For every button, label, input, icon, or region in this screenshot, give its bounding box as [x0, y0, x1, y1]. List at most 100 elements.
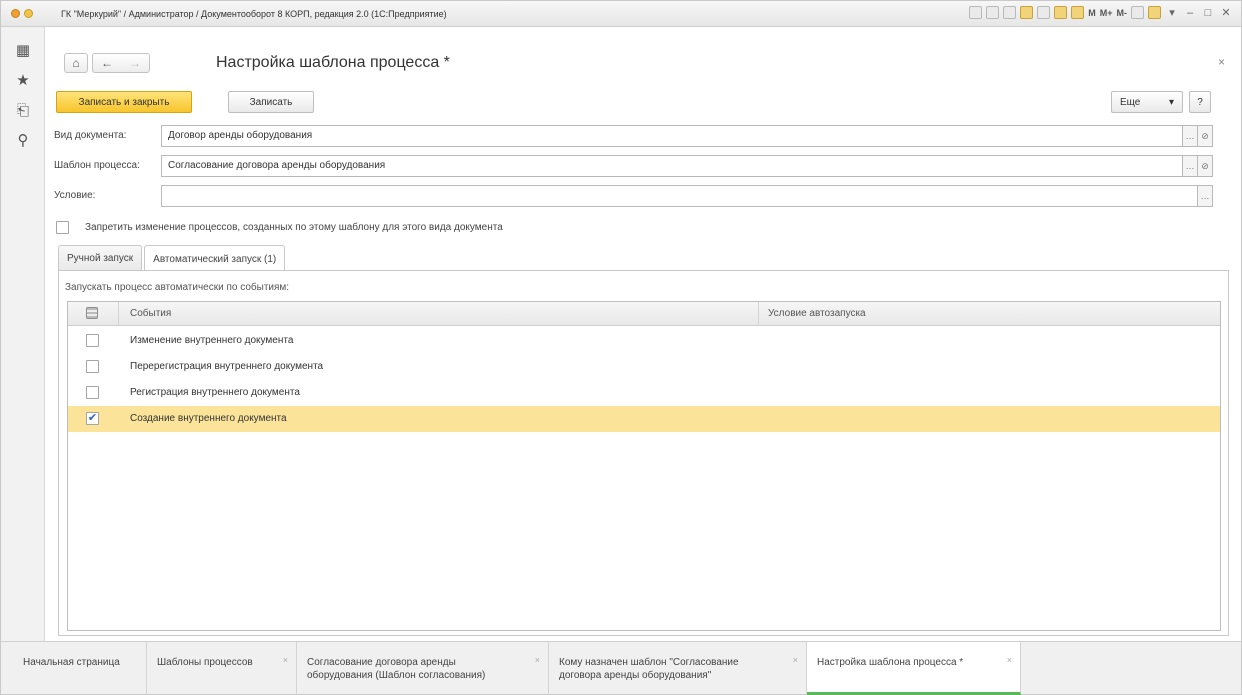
event-name: Изменение внутреннего документа: [130, 335, 294, 346]
home-icon: ⌂: [72, 56, 80, 70]
table-row[interactable]: Изменение внутреннего документа: [68, 328, 1220, 354]
auto-start-panel: Запускать процесс автоматически по событ…: [58, 270, 1229, 636]
sidebar-item-favorites[interactable]: ★: [1, 65, 45, 95]
table-row[interactable]: Перерегистрация внутреннего документа: [68, 354, 1220, 380]
close-window-icon[interactable]: ✕: [1219, 6, 1233, 19]
window-tab-label: Настройка шаблона процесса *: [817, 657, 964, 668]
table-row[interactable]: Регистрация внутреннего документа: [68, 380, 1220, 406]
window-layout-icon[interactable]: [1131, 6, 1144, 19]
row-checkbox[interactable]: [86, 334, 99, 347]
condition-row: Условие: …: [46, 185, 1241, 209]
window-tab-assigned[interactable]: Кому назначен шаблон "Согласование догов…: [549, 642, 807, 695]
more-button[interactable]: Еще ▾: [1111, 91, 1183, 113]
app-menu-dropdown-icon[interactable]: [24, 9, 33, 18]
doc-type-select-button[interactable]: …: [1183, 125, 1198, 147]
memory-button[interactable]: M: [1088, 8, 1096, 18]
navigation-buttons: ⌂ ← →: [64, 53, 150, 73]
close-tab-icon[interactable]: ×: [535, 654, 540, 667]
events-table: События Условие автозапуска Изменение вн…: [67, 301, 1221, 631]
table-row-selected[interactable]: ✔ Создание внутреннего документа: [68, 406, 1220, 432]
close-form-icon[interactable]: ×: [1218, 55, 1225, 69]
close-tab-icon[interactable]: ×: [793, 654, 798, 667]
tool-icon[interactable]: [986, 6, 1000, 19]
row-checkbox-checked[interactable]: ✔: [86, 412, 99, 425]
title-bar: ГК "Меркурий" / Администратор / Документ…: [1, 1, 1241, 27]
help-button[interactable]: ?: [1189, 91, 1211, 113]
template-open-button[interactable]: ⊘: [1198, 155, 1213, 177]
back-forward-buttons[interactable]: ← →: [92, 53, 150, 73]
window-menu-buttons: [11, 9, 33, 18]
forward-arrow-icon[interactable]: →: [129, 56, 141, 70]
tool-icon[interactable]: [1003, 6, 1017, 19]
row-checkbox[interactable]: [86, 360, 99, 373]
home-button[interactable]: ⌂: [64, 53, 88, 73]
page-title: Настройка шаблона процесса *: [216, 54, 450, 71]
window-tab-approval-template[interactable]: Согласование договора аренды оборудовани…: [297, 642, 549, 695]
chevron-down-icon: ▾: [1168, 96, 1174, 108]
memory-plus-button[interactable]: M+: [1100, 8, 1113, 18]
close-tab-icon[interactable]: ×: [1007, 654, 1012, 667]
doc-type-row: Вид документа: Договор аренды оборудован…: [46, 125, 1241, 149]
calendar-icon[interactable]: [1054, 6, 1068, 19]
doc-type-input[interactable]: Договор аренды оборудования: [161, 125, 1183, 147]
template-select-button[interactable]: …: [1183, 155, 1198, 177]
window-tab-template-settings[interactable]: Настройка шаблона процесса * ×: [807, 642, 1021, 695]
favorites-star-icon: ★: [16, 72, 30, 89]
column-header-condition[interactable]: Условие автозапуска: [768, 308, 866, 319]
row-checkbox[interactable]: [86, 386, 99, 399]
window-tab-home[interactable]: Начальная страница: [13, 642, 147, 695]
sidebar-item-search[interactable]: ⚲: [1, 125, 45, 155]
condition-label: Условие:: [54, 190, 96, 201]
history-icon: ⎗: [16, 101, 29, 119]
menu-arrow-icon[interactable]: ▾: [1165, 6, 1179, 19]
forbid-change-checkbox[interactable]: [56, 220, 69, 234]
tool-icon[interactable]: [1037, 6, 1051, 19]
minimize-icon[interactable]: –: [1183, 7, 1197, 19]
template-label: Шаблон процесса:: [54, 160, 140, 171]
tab-auto-start[interactable]: Автоматический запуск (1): [144, 245, 286, 272]
tool-icon[interactable]: [1020, 6, 1034, 19]
tab-manual-start[interactable]: Ручной запуск: [58, 245, 143, 271]
save-and-close-button[interactable]: Записать и закрыть: [56, 91, 192, 113]
doc-type-open-button[interactable]: ⊘: [1198, 125, 1213, 147]
calculator-icon[interactable]: [1071, 6, 1085, 19]
title-bar-tools: M M+ M- ▾ – □ ✕: [969, 6, 1233, 19]
column-separator: [758, 302, 759, 326]
more-label: Еще: [1120, 96, 1141, 108]
sidebar-item-history[interactable]: ⎗: [1, 95, 45, 125]
event-name: Регистрация внутреннего документа: [130, 387, 300, 398]
window-tab-label: Согласование договора аренды оборудовани…: [307, 657, 486, 681]
event-name: Создание внутреннего документа: [130, 413, 287, 424]
close-tab-icon[interactable]: ×: [283, 654, 288, 667]
sidebar: ▦ ★ ⎗ ⚲: [1, 27, 45, 641]
tool-icon[interactable]: [969, 6, 983, 19]
window-tab-label: Кому назначен шаблон "Согласование догов…: [559, 657, 739, 681]
form-header: ⌂ ← → Настройка шаблона процесса * ×: [46, 27, 1241, 85]
window-title: ГК "Меркурий" / Администратор / Документ…: [61, 8, 447, 19]
save-button[interactable]: Записать: [228, 91, 314, 113]
forbid-change-row: Запретить изменение процессов, созданных…: [56, 219, 503, 235]
condition-input[interactable]: [161, 185, 1198, 207]
info-icon[interactable]: [1148, 6, 1161, 19]
panel-caption: Запускать процесс автоматически по событ…: [65, 282, 290, 293]
process-template-form: ⌂ ← → Настройка шаблона процесса * × Зап…: [46, 27, 1241, 639]
application-window: ГК "Меркурий" / Администратор / Документ…: [0, 0, 1242, 695]
condition-select-button[interactable]: …: [1198, 185, 1213, 207]
template-row: Шаблон процесса: Согласование договора а…: [46, 155, 1241, 179]
window-tab-label: Шаблоны процессов: [157, 657, 253, 668]
column-header-events[interactable]: События: [130, 308, 171, 319]
app-menu-icon[interactable]: [11, 9, 20, 18]
template-input[interactable]: Согласование договора аренды оборудовани…: [161, 155, 1183, 177]
event-name: Перерегистрация внутреннего документа: [130, 361, 324, 372]
maximize-icon[interactable]: □: [1201, 7, 1215, 19]
window-tab-process-templates[interactable]: Шаблоны процессов ×: [147, 642, 297, 695]
back-arrow-icon[interactable]: ←: [101, 56, 113, 70]
memory-minus-button[interactable]: M-: [1117, 8, 1128, 18]
window-tab-label: Начальная страница: [23, 657, 120, 668]
apps-grid-icon: ▦: [15, 42, 31, 59]
table-header: События Условие автозапуска: [68, 302, 1220, 326]
check-column-icon: [86, 307, 98, 319]
sidebar-item-apps[interactable]: ▦: [1, 35, 45, 65]
open-windows-bar: Начальная страница Шаблоны процессов × С…: [1, 641, 1241, 695]
doc-type-label: Вид документа:: [54, 130, 127, 141]
